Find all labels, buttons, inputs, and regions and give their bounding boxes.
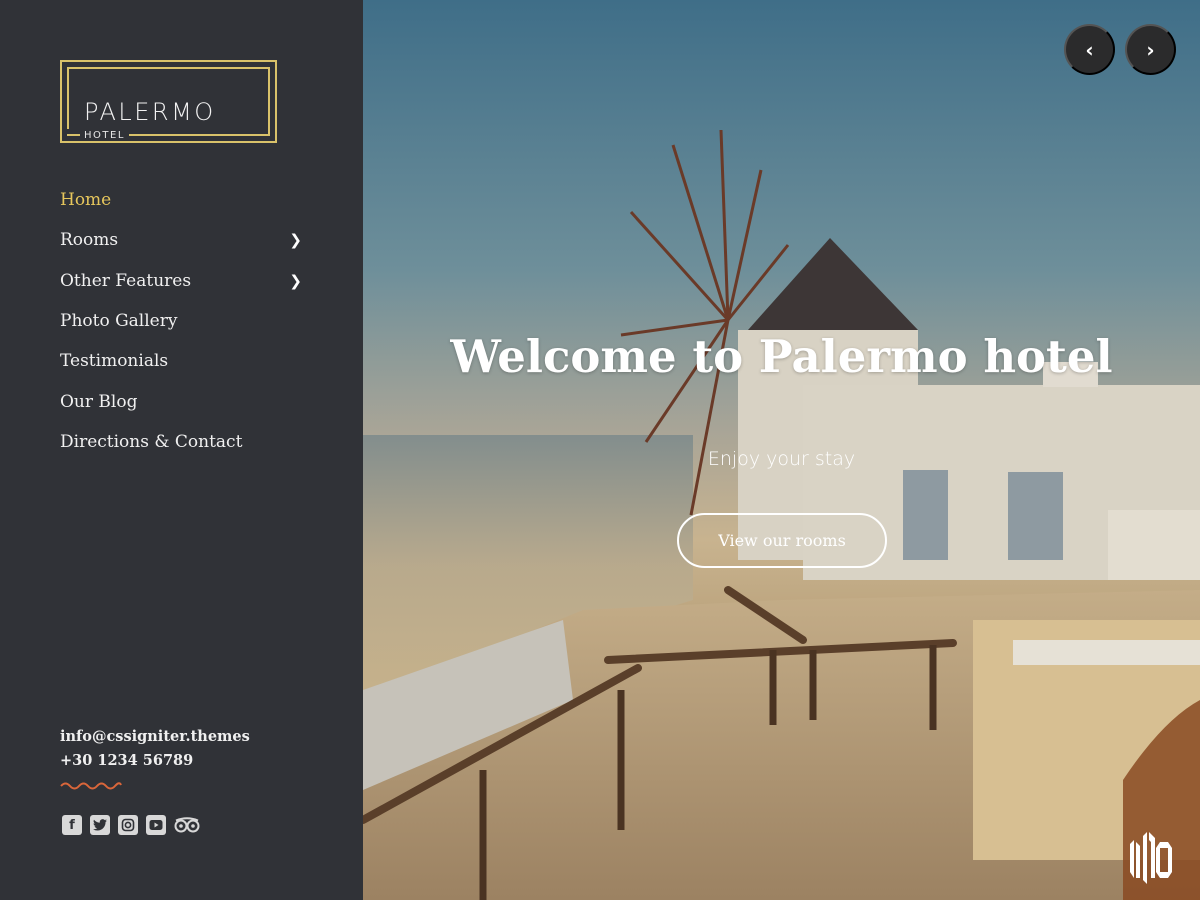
facebook-icon[interactable]: f: [62, 815, 82, 835]
chevron-right-icon: ›: [1146, 37, 1155, 62]
contact-email[interactable]: info@cssigniter.themes: [60, 725, 250, 749]
contact-phone[interactable]: +30 1234 56789: [60, 749, 250, 773]
nav-item-testimonials[interactable]: Testimonials: [60, 341, 305, 381]
social-links: f: [62, 815, 200, 835]
logo-frame-edge: [67, 67, 69, 129]
instagram-icon[interactable]: [118, 815, 138, 835]
nav-label: Photo Gallery: [60, 311, 178, 332]
chevron-right-icon[interactable]: ❯: [289, 231, 302, 249]
main-nav: Home Rooms ❯ Other Features ❯ Photo Gall…: [60, 180, 305, 462]
chevron-left-icon: ‹: [1085, 37, 1094, 62]
nav-label: Our Blog: [60, 391, 138, 412]
nav-label: Other Features: [60, 270, 192, 291]
hero-title: Welcome to Palermo hotel: [450, 330, 1113, 383]
nav-item-other-features[interactable]: Other Features ❯: [60, 261, 305, 301]
hero-slider: ‹ › Welcome to Palermo hotel Enjoy your …: [363, 0, 1200, 900]
logo-title: PALERMO: [84, 98, 216, 126]
tripadvisor-icon[interactable]: [174, 815, 200, 835]
watermark-logo-icon: [1130, 832, 1172, 884]
twitter-icon[interactable]: [90, 815, 110, 835]
nav-item-photo-gallery[interactable]: Photo Gallery: [60, 301, 305, 341]
hero-tagline: Enjoy your stay: [707, 448, 856, 470]
contact-info: info@cssigniter.themes +30 1234 56789: [60, 725, 250, 773]
nav-item-rooms[interactable]: Rooms ❯: [60, 220, 305, 260]
logo-subtitle: HOTEL: [80, 130, 129, 141]
slider-prev-button[interactable]: ‹: [1064, 24, 1115, 75]
chevron-right-icon[interactable]: ❯: [289, 272, 302, 290]
slider-controls: ‹ ›: [1064, 24, 1176, 75]
nav-label: Rooms: [60, 230, 119, 251]
nav-item-our-blog[interactable]: Our Blog: [60, 381, 305, 421]
youtube-icon[interactable]: [146, 815, 166, 835]
hotel-logo[interactable]: PALERMO HOTEL: [60, 60, 277, 143]
view-rooms-button[interactable]: View our rooms: [677, 513, 887, 568]
nav-label: Home: [60, 190, 112, 211]
nav-item-directions-contact[interactable]: Directions & Contact: [60, 422, 305, 462]
slider-next-button[interactable]: ›: [1125, 24, 1176, 75]
nav-label: Testimonials: [60, 351, 169, 372]
sidebar: PALERMO HOTEL Home Rooms ❯ Other Feature…: [0, 0, 363, 900]
nav-label: Directions & Contact: [60, 431, 243, 452]
wavy-divider: [60, 782, 122, 790]
nav-item-home[interactable]: Home: [60, 180, 305, 220]
